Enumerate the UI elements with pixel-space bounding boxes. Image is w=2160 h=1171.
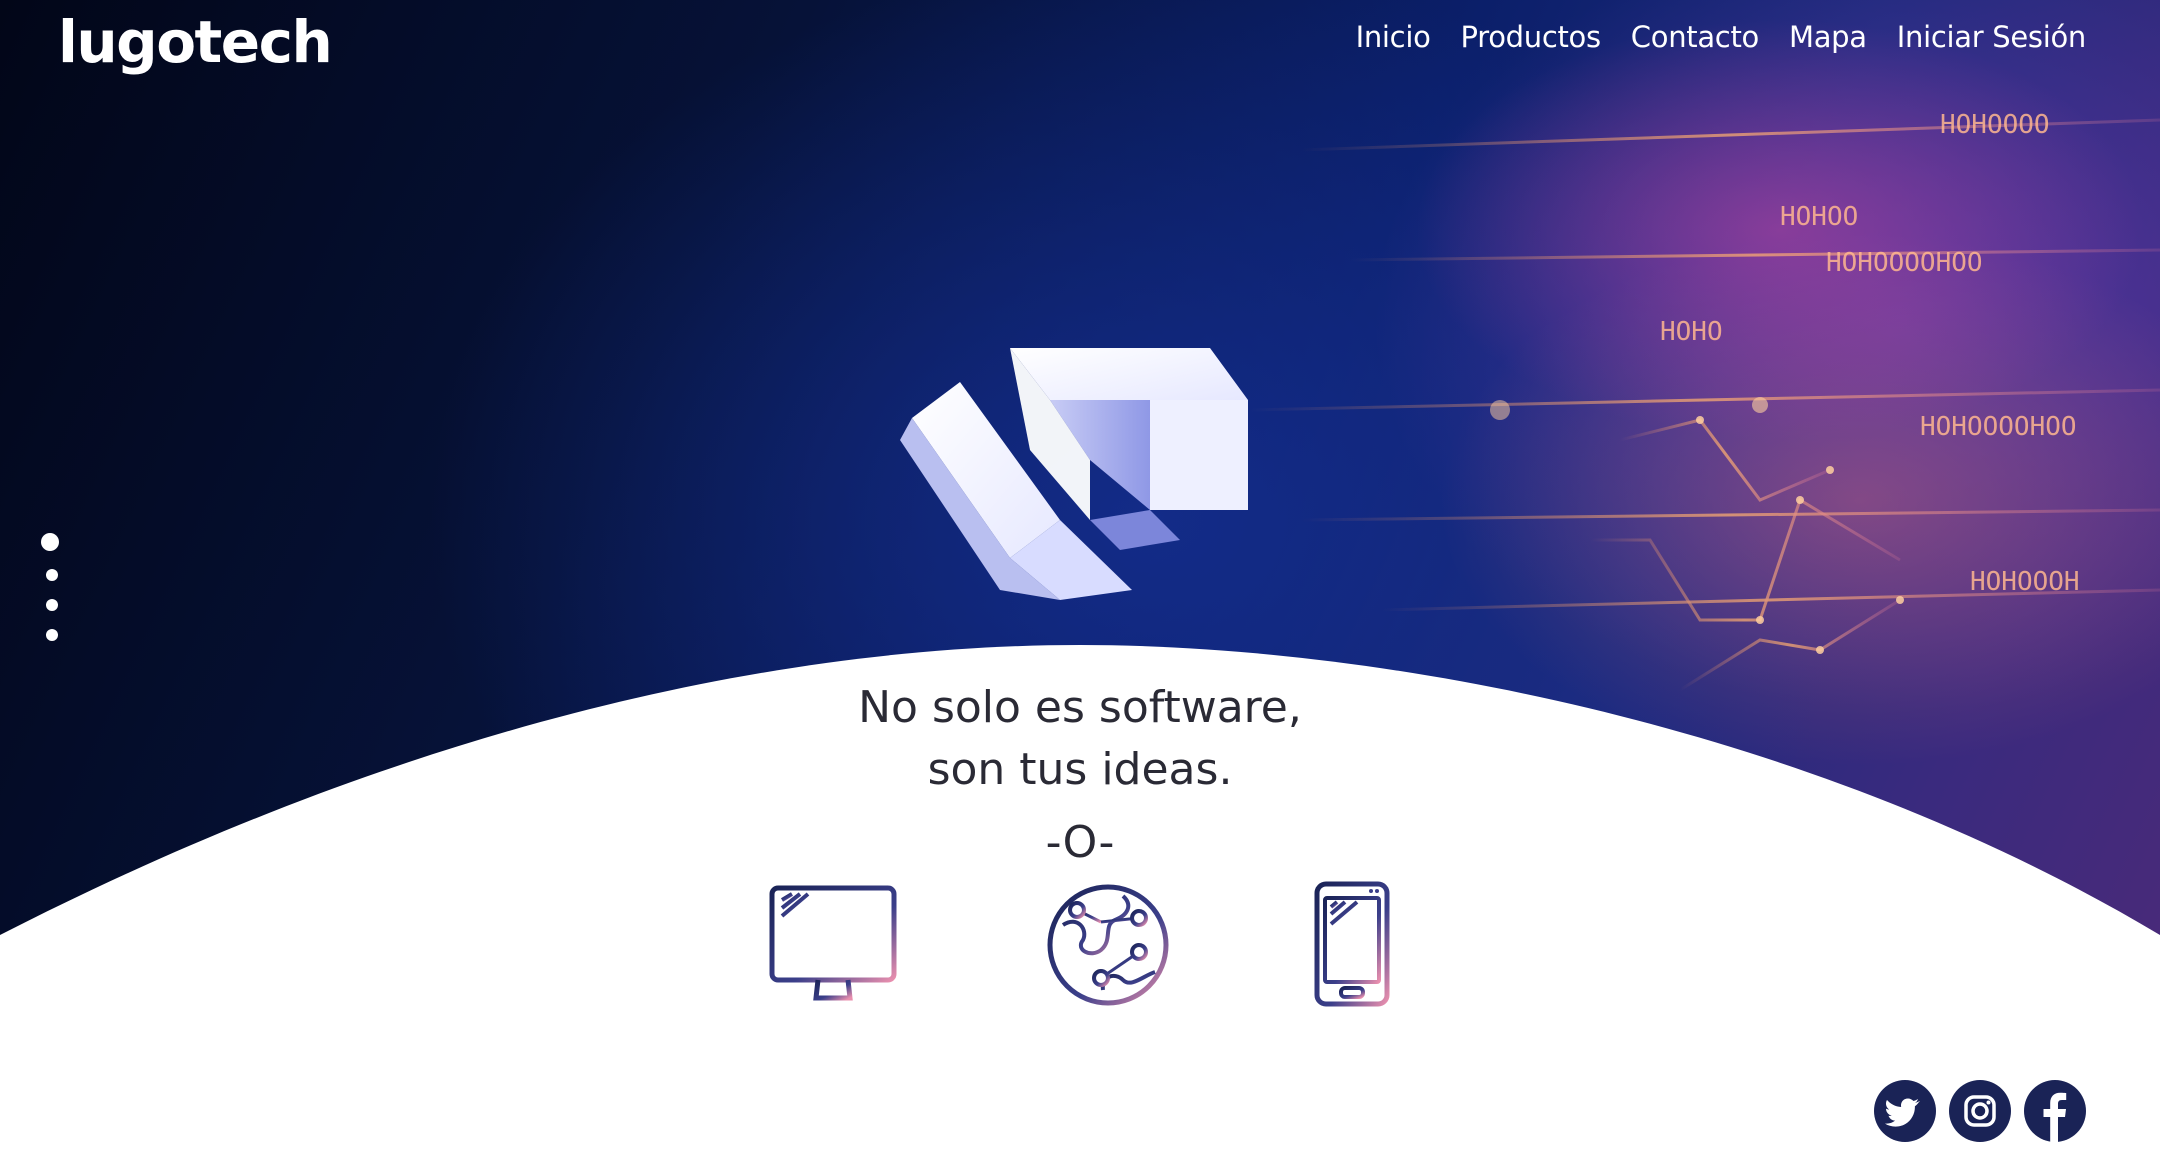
slider-dot[interactable]: [46, 599, 58, 611]
facebook-icon: [2043, 1092, 2067, 1142]
instagram-icon: [1964, 1095, 1996, 1127]
twitter-icon: [1884, 1098, 1920, 1127]
slider-dot[interactable]: [46, 569, 58, 581]
globe-network-icon[interactable]: [1043, 880, 1173, 1010]
instagram-link[interactable]: [1949, 1080, 2011, 1142]
smartphone-icon[interactable]: [1313, 880, 1393, 1010]
headline-line-1: No solo es software,: [858, 682, 1302, 733]
headline-line-2: son tus ideas.: [927, 744, 1233, 795]
main-nav: Inicio Productos Contacto Mapa Iniciar S…: [1356, 20, 2087, 54]
nav-link-productos[interactable]: Productos: [1461, 20, 1602, 54]
slider-pagination: [41, 533, 69, 648]
lt-cube-logo-icon: [900, 348, 1248, 600]
brand-logo[interactable]: lugotech: [58, 8, 333, 76]
headline-separator: -O-: [1045, 817, 1115, 868]
twitter-link[interactable]: [1874, 1080, 1936, 1142]
facebook-link[interactable]: [2024, 1080, 2086, 1142]
desktop-monitor-icon[interactable]: [768, 880, 898, 1010]
top-navigation-bar: lugotech Inicio Productos Contacto Mapa …: [0, 0, 2160, 90]
nav-link-inicio[interactable]: Inicio: [1356, 20, 1431, 54]
nav-link-mapa[interactable]: Mapa: [1789, 20, 1867, 54]
slider-dot[interactable]: [46, 629, 58, 641]
slider-dot-active[interactable]: [41, 533, 59, 551]
nav-link-iniciar-sesion[interactable]: Iniciar Sesión: [1897, 20, 2087, 54]
nav-link-contacto[interactable]: Contacto: [1631, 20, 1759, 54]
